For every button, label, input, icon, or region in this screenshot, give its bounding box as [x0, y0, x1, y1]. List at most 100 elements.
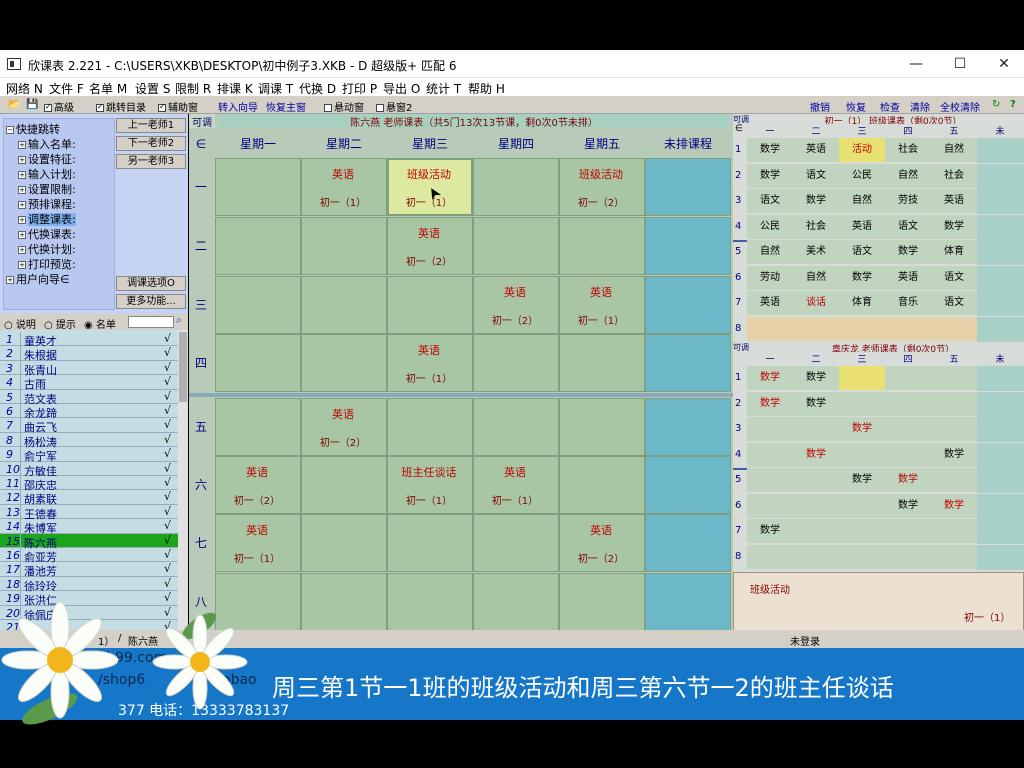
mini-table-cell[interactable]: 自然 — [931, 138, 977, 162]
check-mark-icon[interactable]: √ — [164, 505, 171, 518]
mini-table-cell[interactable] — [839, 442, 885, 467]
check-mark-icon[interactable]: √ — [164, 490, 171, 503]
mini-table-cell[interactable] — [747, 468, 793, 492]
mini-table-cell[interactable]: 社会 — [793, 214, 839, 239]
schedule-cell[interactable] — [473, 573, 559, 631]
advanced-checkbox[interactable] — [44, 102, 52, 112]
mini-table-cell[interactable]: 数学 — [747, 391, 793, 416]
prev-teacher-button[interactable]: 上一老师1 — [116, 118, 186, 133]
menu-settings[interactable]: 设置 S — [135, 80, 170, 97]
next-teacher-button[interactable]: 下一老师2 — [116, 136, 186, 151]
roster-radio[interactable]: ◉ 名单 — [84, 316, 116, 331]
mini-table-cell[interactable]: 数学 — [747, 519, 793, 543]
unscheduled-cell[interactable] — [977, 189, 1024, 214]
mini-table-cell[interactable] — [931, 316, 977, 341]
teacher-list-item[interactable]: 1 童英才 √ — [0, 332, 178, 348]
mini-table-cell[interactable] — [793, 519, 839, 543]
mini-table-cell[interactable] — [793, 417, 839, 441]
mini-table-cell[interactable]: 公民 — [839, 163, 885, 188]
lesson-subject[interactable]: 班主任谈话 — [387, 464, 471, 480]
class-table-tab[interactable]: 可调 — [733, 114, 759, 124]
mini-table-cell[interactable]: 数学 — [931, 214, 977, 239]
float-window2-toggle[interactable]: 悬窗2 — [376, 99, 412, 114]
unscheduled-cell[interactable] — [645, 573, 731, 631]
lesson-subject[interactable]: 英语 — [215, 522, 299, 538]
nav-item-user-guide[interactable]: + 用户向导∈ — [6, 271, 70, 287]
schedule-cell[interactable] — [387, 276, 473, 334]
mini-table-cell[interactable] — [793, 316, 839, 341]
mini-table-cell[interactable]: 体育 — [839, 291, 885, 315]
mini-table-cell[interactable]: 音乐 — [885, 291, 931, 315]
mini-table-cell[interactable] — [793, 468, 839, 492]
menu-print[interactable]: 打印 P — [342, 80, 377, 97]
mini-table-cell[interactable]: 美术 — [793, 240, 839, 264]
menu-substitute[interactable]: 代换 D — [299, 80, 336, 97]
check-mark-icon[interactable]: √ — [164, 418, 171, 431]
adjust-options-button[interactable]: 调课选项O — [116, 276, 186, 291]
teacher-list-item[interactable]: 5 范文表 √ — [0, 389, 178, 406]
mini-table-cell[interactable] — [931, 366, 977, 390]
more-functions-button[interactable]: 更多功能... — [116, 294, 186, 309]
mini-table-cell[interactable] — [747, 417, 793, 441]
schedule-cell[interactable] — [387, 398, 473, 456]
unscheduled-cell[interactable] — [977, 391, 1024, 417]
unscheduled-cell[interactable] — [977, 138, 1024, 163]
nav-item-limits[interactable]: + 设置限制: — [18, 181, 76, 197]
schedule-cell[interactable] — [301, 217, 387, 275]
aux-window-toggle[interactable]: 辅助窗 — [158, 99, 198, 114]
nav-item-prearrange[interactable]: + 预排课程: — [18, 196, 76, 212]
expand-icon[interactable]: + — [18, 231, 26, 239]
mini-table-cell[interactable]: 语文 — [931, 291, 977, 315]
mini-table-cell[interactable]: 语文 — [885, 214, 931, 239]
mini-table-cell[interactable]: 数学 — [839, 468, 885, 492]
mini-table-cell[interactable] — [839, 493, 885, 518]
lesson-subject[interactable]: 英语 — [387, 225, 471, 241]
schedule-cell[interactable] — [301, 334, 387, 392]
mini-table-cell[interactable] — [885, 366, 931, 390]
mini-table-cell[interactable]: 数学 — [747, 366, 793, 390]
float-window-checkbox[interactable] — [324, 104, 332, 112]
mini-table-cell[interactable] — [793, 493, 839, 518]
advanced-toggle[interactable]: 高级 — [44, 99, 74, 114]
unscheduled-cell[interactable] — [977, 544, 1024, 570]
teacher-list-item[interactable]: 14 朱博军 √ — [0, 519, 178, 535]
schedule-cell[interactable] — [473, 217, 559, 275]
float-window2-checkbox[interactable] — [376, 104, 384, 112]
mini-table-cell[interactable]: 语文 — [931, 265, 977, 290]
teacher-list-item[interactable]: 8 杨松涛 √ — [0, 432, 178, 449]
lesson-subject[interactable]: 英语 — [301, 166, 385, 182]
mini-table-cell[interactable]: 体育 — [931, 240, 977, 264]
schedule-cell[interactable] — [559, 456, 645, 514]
float-window-toggle[interactable]: 悬动窗 — [324, 99, 364, 114]
teacher-list-item[interactable]: 4 古雨 √ — [0, 375, 178, 391]
mini-table-cell[interactable]: 自然 — [885, 163, 931, 188]
jump-dir-toggle[interactable]: 跳转目录 — [96, 99, 146, 114]
mini-table-cell[interactable]: 英语 — [931, 189, 977, 213]
schedule-cell[interactable] — [215, 217, 301, 275]
schedule-cell[interactable] — [301, 573, 387, 631]
schedule-cell[interactable] — [301, 276, 387, 334]
mini-table-cell[interactable] — [793, 544, 839, 569]
mini-table-cell[interactable]: 社会 — [885, 138, 931, 162]
scrollbar-thumb[interactable] — [179, 332, 187, 402]
unscheduled-cell[interactable] — [977, 163, 1024, 189]
lesson-subject[interactable]: 英语 — [559, 522, 643, 538]
schedule-cell[interactable] — [559, 217, 645, 275]
schedule-cell[interactable] — [473, 334, 559, 392]
unscheduled-cell[interactable] — [977, 366, 1024, 391]
import-wizard-button[interactable]: 转入向导 — [218, 99, 258, 114]
mini-table-cell[interactable] — [839, 519, 885, 543]
mini-table-cell[interactable] — [931, 417, 977, 441]
nav-item-adjust[interactable]: + 调整课表: — [18, 211, 76, 227]
unscheduled-cell[interactable] — [645, 398, 731, 456]
expand-icon[interactable]: + — [18, 246, 26, 254]
check-mark-icon[interactable]: √ — [164, 390, 171, 403]
mini-table-cell[interactable] — [931, 468, 977, 492]
expand-icon[interactable]: + — [18, 261, 26, 269]
mini-table-cell[interactable] — [839, 366, 885, 390]
teacher-list-item[interactable]: 13 王德春 √ — [0, 504, 178, 521]
teacher-list-item[interactable]: 2 朱根据 √ — [0, 346, 178, 362]
help-icon[interactable]: ? — [1010, 99, 1016, 110]
check-mark-icon[interactable]: √ — [164, 519, 171, 532]
mini-table-cell[interactable]: 英语 — [839, 214, 885, 239]
